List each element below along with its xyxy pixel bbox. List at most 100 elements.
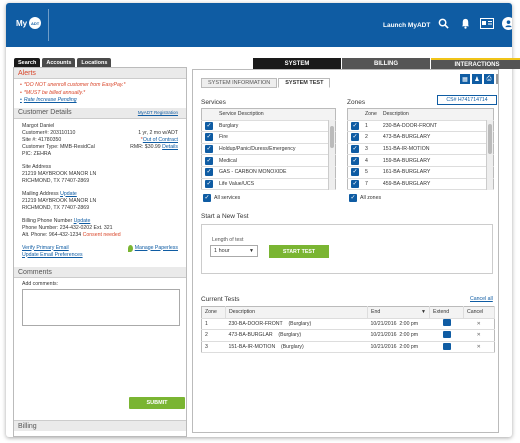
rmr-details-link[interactable]: Details xyxy=(162,144,178,150)
checkbox-checked-icon[interactable]: ✓ xyxy=(351,168,359,177)
contract-status-link[interactable]: Out of Contract xyxy=(143,137,178,143)
checkbox-checked-icon[interactable]: ✓ xyxy=(351,133,359,142)
myadt-registration-link[interactable]: MyADT Registration xyxy=(138,107,178,118)
new-test-box: Length of test 1 hour ▼ START TEST xyxy=(201,224,493,274)
checkbox-checked-icon[interactable]: ✓ xyxy=(351,156,359,165)
submit-button[interactable]: SUBMIT xyxy=(129,397,185,409)
launch-myadt-link[interactable]: Launch MyADT xyxy=(383,22,430,29)
tab-system-information[interactable]: SYSTEM INFORMATION xyxy=(201,78,278,88)
person-icon[interactable]: ♟ xyxy=(472,74,482,84)
alt-phone: Alt. Phone: 964-432-1234 xyxy=(22,231,82,238)
length-of-test-label: Length of test xyxy=(212,237,244,243)
cancel-all-link[interactable]: Cancel all xyxy=(470,296,493,302)
end-col-header[interactable]: End ▼ xyxy=(367,306,430,319)
start-test-button[interactable]: START TEST xyxy=(269,245,329,258)
manage-paperless-link[interactable]: Manage Paperless xyxy=(135,245,178,252)
table-row[interactable]: ✓ GAS - CARBON MONOXIDE xyxy=(201,166,336,179)
tab-interactions[interactable]: INTERACTIONS xyxy=(431,58,520,69)
table-row[interactable]: ✓ 2 473-BA-BURGLARY xyxy=(347,131,494,144)
tab-billing[interactable]: BILLING xyxy=(342,58,430,69)
site-address-label: Site Address xyxy=(22,163,52,170)
site-address-line1: 21219 MAYBROOK MANOR LN xyxy=(22,170,97,177)
user-icon[interactable] xyxy=(502,16,512,30)
all-zones-row[interactable]: ✓ All zones xyxy=(349,194,381,202)
right-tab-bar: SYSTEM BILLING INTERACTIONS xyxy=(253,58,520,69)
checkbox-checked-icon[interactable]: ✓ xyxy=(203,194,211,202)
checkbox-checked-icon[interactable]: ✓ xyxy=(205,145,213,154)
extend-calendar-icon[interactable] xyxy=(442,330,451,338)
table-row: 2 473-BA-BURGLAR (Burglary) 10/21/2016 2… xyxy=(201,329,495,342)
table-row[interactable]: ✓ 7 459-BA-BURGLARY xyxy=(347,178,494,191)
test-length-select[interactable]: 1 hour ▼ xyxy=(210,245,258,257)
id-card-icon[interactable] xyxy=(480,16,494,30)
checkbox-checked-icon[interactable]: ✓ xyxy=(205,121,213,130)
table-row: 3 151-BA-IR-MOTION (Burglary) 10/21/2016… xyxy=(201,341,495,354)
zones-scrollbar[interactable] xyxy=(486,120,493,190)
services-label: Services xyxy=(201,99,226,106)
table-row[interactable]: ✓ 3 151-BA-IR-MOTION xyxy=(347,143,494,156)
consent-needed: Consent needed xyxy=(82,231,121,238)
comments-textarea[interactable] xyxy=(22,288,180,326)
checkbox-checked-icon[interactable]: ✓ xyxy=(351,179,359,188)
service-description-header: Service Description xyxy=(216,108,336,121)
mailing-address-label: Mailing Address xyxy=(22,190,59,197)
table-row[interactable]: ✓ 5 161-BA-BURGLARY xyxy=(347,166,494,179)
table-row: 1 230-BA-DOOR-FRONT (Burglary) 10/21/201… xyxy=(201,318,495,331)
cs-number-badge: CS# H741714714 xyxy=(437,95,497,105)
checkbox-checked-icon[interactable]: ✓ xyxy=(205,156,213,165)
description-col-header: Description xyxy=(225,306,368,319)
zones-table: Zone Description ✓ 1 230-BA-DOOR-FRONT ✓ 2 47… xyxy=(347,108,494,191)
checkbox-checked-icon[interactable]: ✓ xyxy=(205,133,213,142)
services-scrollbar[interactable] xyxy=(328,120,335,190)
customer-type: Customer Type: MMB-ResidCal xyxy=(22,143,95,150)
billing-phone-label: Billing Phone Number xyxy=(22,217,73,224)
cancel-x-icon[interactable]: ✕ xyxy=(463,318,495,331)
checkbox-checked-icon[interactable]: ✓ xyxy=(351,121,359,130)
checkbox-checked-icon[interactable]: ✓ xyxy=(349,194,357,202)
cancel-x-icon[interactable]: ✕ xyxy=(463,329,495,342)
checkbox-checked-icon[interactable]: ✓ xyxy=(351,145,359,154)
mailing-update-link[interactable]: Update xyxy=(60,191,77,197)
checkbox-checked-icon[interactable]: ✓ xyxy=(205,168,213,177)
verify-email-link[interactable]: Verify Primary Email xyxy=(22,245,69,252)
cancel-x-icon[interactable]: ✕ xyxy=(463,341,495,354)
table-row[interactable]: ✓ 4 159-BA-BURGLARY xyxy=(347,154,494,167)
start-new-test-label: Start a New Test xyxy=(201,213,249,220)
chevron-down-icon: ▼ xyxy=(249,248,254,254)
table-row[interactable]: ✓ 1 230-BA-DOOR-FRONT xyxy=(347,120,494,133)
top-nav-bar: My ADT Launch MyADT xyxy=(6,3,512,47)
extend-calendar-icon[interactable] xyxy=(442,342,451,350)
settings-icon[interactable]: ◎ xyxy=(496,74,498,84)
table-row[interactable]: ✓ Fire xyxy=(201,131,336,144)
cancel-col-header: Cancel xyxy=(463,306,495,319)
customer-number: Customer#: 203110110 xyxy=(22,129,76,136)
table-row[interactable]: ✓ Medical xyxy=(201,154,336,167)
sort-down-icon[interactable]: ▼ xyxy=(421,309,426,315)
site-address-line2: RICHMOND, TX 77407-2869 xyxy=(22,177,90,184)
tab-system[interactable]: SYSTEM xyxy=(253,58,341,69)
rmr-value: RMR: $30.99 xyxy=(130,143,161,150)
alerts-header: Alerts xyxy=(14,68,186,79)
panel-icon[interactable]: ▦ xyxy=(460,74,470,84)
checkbox-checked-icon[interactable]: ✓ xyxy=(205,179,213,188)
zone-col-header: Zone xyxy=(201,306,226,319)
update-email-preferences-link[interactable]: Update Email Preferences xyxy=(22,252,178,259)
mailing-address-line1: 21219 MAYBROOK MANOR LN xyxy=(22,197,97,204)
customer-details-title: Customer Details xyxy=(18,109,72,116)
printer-icon[interactable]: ⎙ xyxy=(484,74,494,84)
current-tests-table: Zone Description End ▼ Extend Cancel 1 23… xyxy=(201,306,495,354)
alert-item: *MUST be billed annually.* xyxy=(20,90,180,98)
extend-calendar-icon[interactable] xyxy=(442,319,451,327)
table-row[interactable]: ✓ Burglary xyxy=(201,120,336,133)
tab-system-test[interactable]: SYSTEM TEST xyxy=(278,78,331,88)
system-panel: SYSTEM INFORMATION SYSTEM TEST ▦ ♟ ⎙ ◎ C… xyxy=(192,69,499,433)
table-row[interactable]: ✓ Holdup/Panic/Duress/Emergency xyxy=(201,143,336,156)
bell-icon[interactable] xyxy=(458,16,472,30)
all-services-row[interactable]: ✓ All services xyxy=(203,194,240,202)
customer-details: Margot Daniel Customer#: 203110110 1 yr, … xyxy=(14,119,186,263)
alert-item[interactable]: Rate Increase Pending xyxy=(20,97,180,105)
billing-header[interactable]: Billing xyxy=(14,420,186,431)
phone-update-link[interactable]: Update xyxy=(74,218,91,224)
search-icon[interactable] xyxy=(436,16,450,30)
table-row[interactable]: ✓ Life Value/UCS xyxy=(201,178,336,191)
